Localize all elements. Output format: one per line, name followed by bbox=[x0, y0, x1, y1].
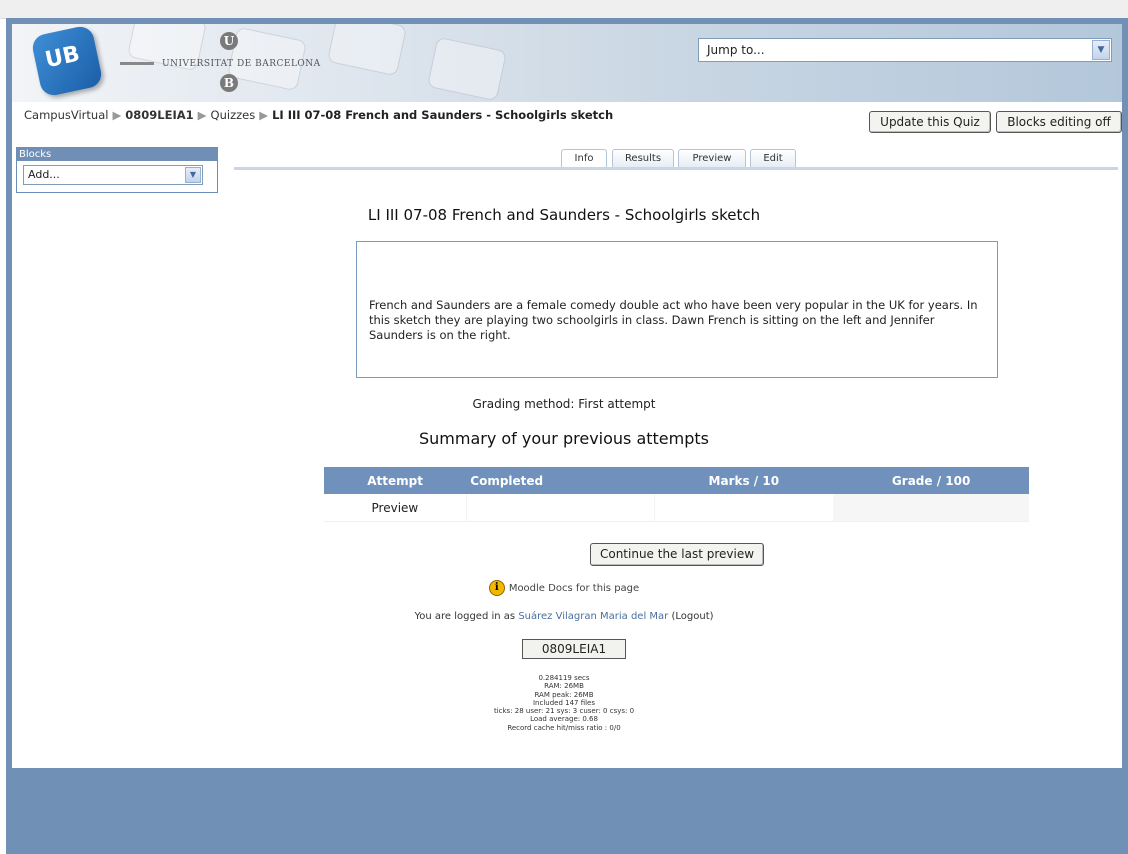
add-block-select[interactable]: Add... ▼ bbox=[23, 165, 203, 185]
column-header-completed: Completed bbox=[466, 467, 655, 494]
performance-info: 0.284119 secs RAM: 26MB RAM peak: 26MB I… bbox=[0, 674, 1128, 732]
browser-top-strip bbox=[0, 0, 1128, 19]
info-icon: i bbox=[488, 580, 505, 596]
column-header-grade: Grade / 100 bbox=[833, 467, 1029, 494]
grading-method: Grading method: First attempt bbox=[472, 397, 656, 411]
perf-line: Included 147 files bbox=[532, 698, 596, 707]
course-home-button[interactable]: 0809LEIA1 bbox=[522, 639, 626, 659]
university-bar-graphic bbox=[120, 62, 154, 65]
chevron-down-icon[interactable]: ▼ bbox=[185, 167, 201, 183]
column-header-marks: Marks / 10 bbox=[654, 467, 834, 494]
breadcrumb: CampusVirtual ▶ 0809LEIA1 ▶ Quizzes ▶ LI III 0… bbox=[24, 108, 613, 122]
column-header-attempt: Attempt bbox=[324, 467, 467, 494]
tab-underline bbox=[234, 167, 1118, 170]
quiz-intro-box: French and Saunders are a female comedy … bbox=[356, 241, 998, 378]
breadcrumb-home[interactable]: CampusVirtual bbox=[24, 108, 108, 122]
continue-preview-button[interactable]: Continue the last preview bbox=[590, 543, 764, 566]
moodle-docs-link[interactable]: Moodle Docs for this page bbox=[509, 583, 639, 594]
attempts-table: Attempt Completed Marks / 10 Grade / 100… bbox=[324, 467, 1029, 522]
login-info: You are logged in as Suárez Vilagran Mar… bbox=[0, 611, 1128, 622]
add-block-label: Add... bbox=[28, 168, 60, 181]
breadcrumb-section[interactable]: Quizzes bbox=[211, 108, 256, 122]
ub-logo[interactable]: UB bbox=[30, 24, 104, 98]
marks-cell bbox=[654, 494, 834, 522]
breadcrumb-separator-icon: ▶ bbox=[197, 108, 207, 122]
university-label: UNIVERSITAT DE BARCELONA bbox=[162, 59, 321, 69]
quiz-title: LI III 07-08 French and Saunders - Schoo… bbox=[367, 206, 761, 224]
tab-edit[interactable]: Edit bbox=[750, 149, 796, 167]
update-quiz-button[interactable]: Update this Quiz bbox=[869, 111, 991, 133]
breadcrumb-separator-icon: ▶ bbox=[259, 108, 269, 122]
chevron-down-icon[interactable]: ▼ bbox=[1092, 40, 1110, 60]
tab-info[interactable]: Info bbox=[561, 149, 607, 167]
perf-line: RAM peak: 26MB bbox=[534, 690, 594, 699]
perf-line: ticks: 28 user: 21 sys: 3 cuser: 0 csys:… bbox=[493, 707, 635, 716]
breadcrumb-course[interactable]: 0809LEIA1 bbox=[125, 108, 193, 122]
jump-to-label: Jump to... bbox=[707, 43, 765, 57]
perf-line: Load average: 0.68 bbox=[530, 715, 598, 724]
blocks-panel: Blocks Add... ▼ bbox=[16, 147, 218, 193]
moodle-docs: i Moodle Docs for this page bbox=[0, 580, 1128, 596]
breadcrumb-current: LI III 07-08 French and Saunders - Schoo… bbox=[272, 108, 614, 122]
grade-cell bbox=[833, 494, 1029, 522]
user-profile-link[interactable]: Suárez Vilagran Maria del Mar bbox=[518, 611, 668, 622]
blocks-editing-off-button[interactable]: Blocks editing off bbox=[996, 111, 1122, 133]
table-header-row: Attempt Completed Marks / 10 Grade / 100 bbox=[324, 467, 1029, 494]
table-row: Preview bbox=[324, 494, 1029, 522]
logged-in-prefix: You are logged in as bbox=[414, 611, 516, 622]
site-header: UB UNIVERSITAT DE BARCELONA U B bbox=[12, 24, 1122, 102]
tab-preview[interactable]: Preview bbox=[678, 149, 746, 167]
seal-b-icon: B bbox=[220, 74, 238, 92]
perf-line: Record cache hit/miss ratio : 0/0 bbox=[507, 723, 621, 732]
perf-line: 0.284119 secs bbox=[538, 674, 590, 682]
university-name: UNIVERSITAT DE BARCELONA bbox=[120, 59, 321, 69]
ub-logo-text: UB bbox=[42, 41, 83, 74]
breadcrumb-separator-icon: ▶ bbox=[112, 108, 122, 122]
blocks-header: Blocks bbox=[17, 148, 217, 161]
seal-u-icon: U bbox=[220, 32, 238, 50]
jump-to-select[interactable]: Jump to... ▼ bbox=[698, 38, 1112, 62]
quiz-intro-text: French and Saunders are a female comedy … bbox=[369, 298, 978, 342]
completed-cell bbox=[466, 494, 655, 522]
perf-line: RAM: 26MB bbox=[544, 682, 584, 691]
logout-link[interactable]: (Logout) bbox=[671, 611, 713, 622]
tab-results[interactable]: Results bbox=[612, 149, 674, 167]
summary-title: Summary of your previous attempts bbox=[418, 429, 709, 448]
attempt-cell[interactable]: Preview bbox=[324, 494, 467, 522]
